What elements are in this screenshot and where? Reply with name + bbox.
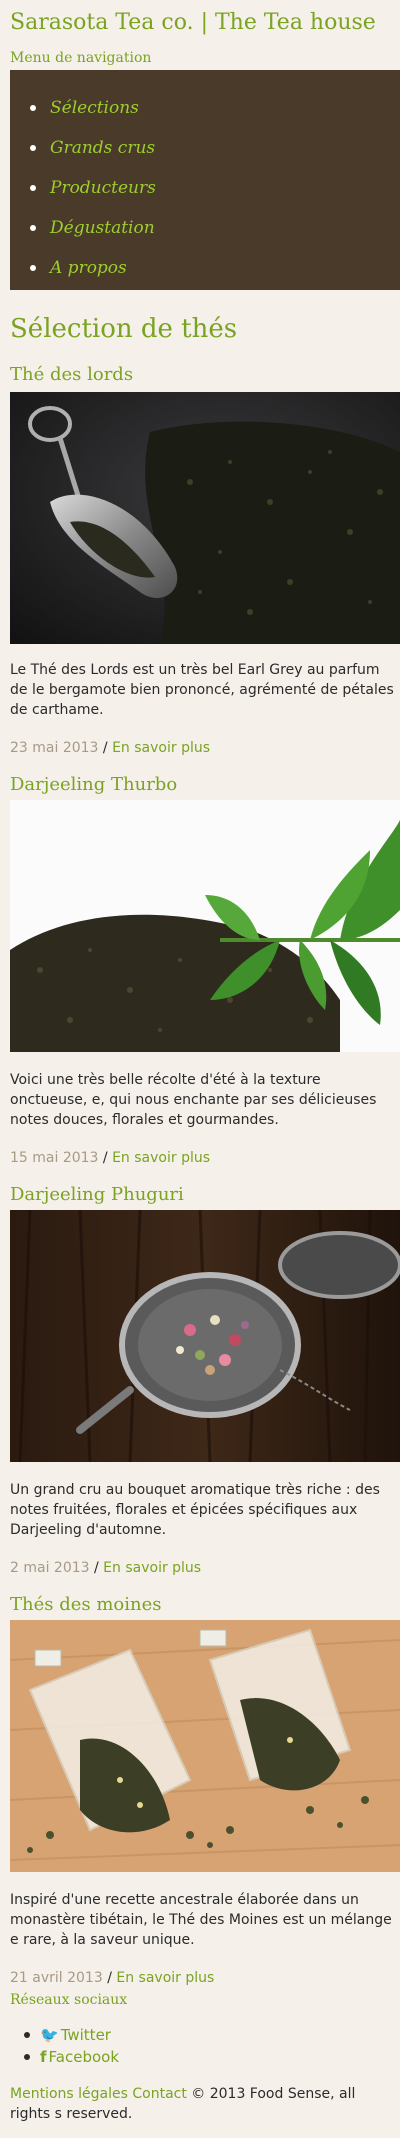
nav-item-label[interactable]: Grands crus (50, 138, 155, 158)
post-date: 2 mai 2013 (10, 1560, 90, 1576)
social-heading: Réseaux sociaux (10, 1992, 128, 2008)
read-more-link[interactable]: En savoir plus (116, 1970, 214, 1986)
tea-bags-photo (10, 1620, 400, 1872)
nav-heading: Menu de navigation (10, 50, 152, 66)
post-meta: 15 mai 2013 / En savoir plus (10, 1150, 210, 1166)
meta-separator: / (89, 1560, 104, 1576)
bullet-icon (30, 225, 36, 231)
bullet-icon (30, 145, 36, 151)
site-title[interactable]: Sarasota Tea co. | The Tea house (10, 10, 376, 35)
twitter-link[interactable]: Twitter (61, 2026, 111, 2044)
legal-link[interactable]: Mentions légales (10, 2086, 128, 2102)
nav-item-selections[interactable]: Sélections (30, 98, 139, 118)
social-item-facebook[interactable]: f Facebook (24, 2048, 119, 2066)
bullet-icon (30, 105, 36, 111)
post-meta: 21 avril 2013 / En savoir plus (10, 1970, 214, 1986)
post-title[interactable]: Thés des moines (10, 1594, 162, 1615)
post-excerpt: Inspiré d'une recette ancestrale élaboré… (10, 1892, 392, 1948)
read-more-link[interactable]: En savoir plus (112, 740, 210, 756)
nav-item-label[interactable]: Sélections (50, 98, 139, 118)
read-more-link[interactable]: En savoir plus (112, 1150, 210, 1166)
social-item-twitter[interactable]: 🐦 Twitter (24, 2026, 111, 2044)
read-more-link[interactable]: En savoir plus (103, 1560, 201, 1576)
meta-separator: / (102, 1970, 117, 1986)
post-excerpt: Un grand cru au bouquet aromatique très … (10, 1482, 380, 1538)
post-title[interactable]: Darjeeling Thurbo (10, 774, 177, 795)
post-date: 21 avril 2013 (10, 1970, 103, 1986)
nav-item-grands-crus[interactable]: Grands crus (30, 138, 155, 158)
meta-separator: / (98, 1150, 113, 1166)
nav-item-label[interactable]: Dégustation (50, 218, 155, 238)
page: Sarasota Tea co. | The Tea house Menu de… (0, 0, 400, 2138)
navigation-menu: Sélections Grands crus Producteurs Dégus… (10, 70, 400, 290)
nav-item-label[interactable]: Producteurs (50, 178, 156, 198)
post-meta: 2 mai 2013 / En savoir plus (10, 1560, 201, 1576)
bullet-icon (24, 2054, 30, 2060)
bullet-icon (30, 185, 36, 191)
post-date: 15 mai 2013 (10, 1150, 99, 1166)
post-excerpt: Voici une très belle récolte d'été à la … (10, 1072, 377, 1128)
meta-separator: / (98, 740, 113, 756)
tea-scoop-photo (10, 392, 400, 644)
footer: Mentions légales Contact © 2013 Food Sen… (10, 2084, 392, 2124)
twitter-icon: 🐦 (40, 2026, 59, 2044)
facebook-icon: f (40, 2048, 47, 2066)
bullet-icon (30, 265, 36, 271)
post-excerpt: Le Thé des Lords est un très bel Earl Gr… (10, 662, 394, 718)
post-date: 23 mai 2013 (10, 740, 99, 756)
nav-item-a-propos[interactable]: A propos (30, 258, 127, 278)
nav-item-producteurs[interactable]: Producteurs (30, 178, 156, 198)
tea-leaves-photo (10, 800, 400, 1052)
contact-link[interactable]: Contact (132, 2086, 186, 2102)
nav-item-degustation[interactable]: Dégustation (30, 218, 155, 238)
post-meta: 23 mai 2013 / En savoir plus (10, 740, 210, 756)
post-title[interactable]: Thé des lords (10, 364, 133, 385)
bullet-icon (24, 2032, 30, 2038)
nav-item-label[interactable]: A propos (50, 258, 127, 278)
post-title[interactable]: Darjeeling Phuguri (10, 1184, 184, 1205)
section-title: Sélection de thés (10, 314, 238, 344)
tea-infuser-photo (10, 1210, 400, 1462)
facebook-link[interactable]: Facebook (49, 2048, 119, 2066)
